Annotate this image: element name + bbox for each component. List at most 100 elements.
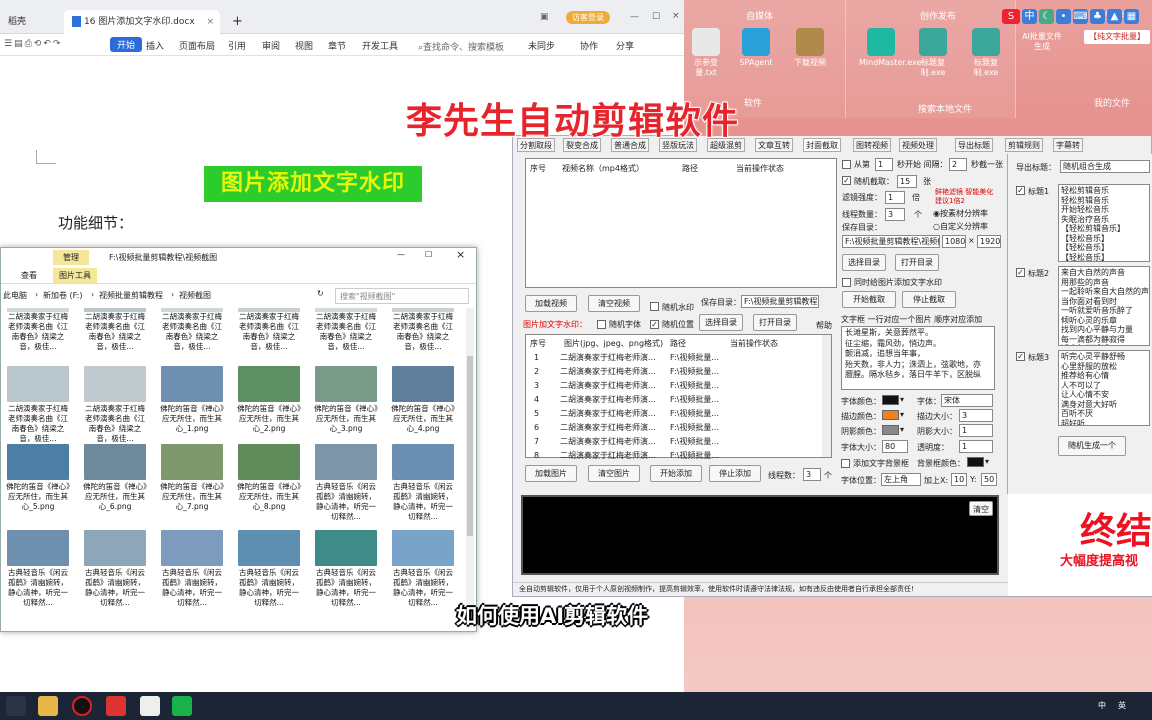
collab-button[interactable]: 协作 (580, 39, 598, 52)
ribbon-view[interactable]: 视图 (295, 39, 313, 52)
title-list-item[interactable]: 【轻松剪辑音乐】 (1061, 224, 1147, 234)
app-tab-7[interactable]: 图转视频 (853, 138, 891, 152)
interval-input[interactable]: 2 (949, 158, 967, 171)
random-cut-checkbox[interactable]: ✓ (842, 176, 851, 185)
dropdown-icon[interactable]: ▾ (900, 395, 904, 404)
stop-add-button[interactable]: 停止添加 (709, 465, 761, 482)
clear-image-button[interactable]: 清空图片 (588, 465, 640, 482)
wechat-icon[interactable] (172, 696, 192, 716)
table-row[interactable]: 2 二胡演奏家于红梅老师演... F:\视频批量... (530, 365, 820, 379)
threads-input[interactable]: 3 (803, 468, 821, 481)
file-thumbnail[interactable]: 二胡演奏家于红梅老师演奏名曲《江南春色》绕梁之音，极佳... (159, 308, 225, 352)
desktop-icon-ai-batch[interactable]: AI批量文件生成 (1020, 32, 1064, 52)
tray-ime[interactable]: 英 (1118, 700, 1126, 711)
file-thumbnail[interactable]: 古典轻音乐《闲云孤鹤》清幽婉转，静心清神，听完一切释然... (159, 530, 225, 608)
desktop-icon-txt[interactable]: 示参变量.txt (684, 28, 728, 78)
sync-status[interactable]: 未同步 (528, 39, 555, 52)
close-window-icon[interactable]: × (672, 11, 680, 21)
shirt-icon[interactable]: ▲ (1107, 8, 1122, 24)
sogou-icon[interactable]: S (1002, 8, 1020, 24)
random-font-checkbox[interactable] (597, 320, 606, 329)
start-add-button[interactable]: 开始添加 (650, 465, 702, 482)
font-color-swatch[interactable] (882, 395, 899, 405)
desktop-icon-spagent[interactable]: SPAgent (734, 28, 778, 68)
random-pos-checkbox[interactable]: ✓ (650, 320, 659, 329)
file-thumbnail[interactable]: 二胡演奏家于红梅老师演奏名曲《江南春色》绕梁之音，极佳... (5, 308, 71, 352)
title-list-item[interactable]: 用那些的声音 (1061, 278, 1147, 288)
table-row[interactable]: 5 二胡演奏家于红梅老师演... F:\视频批量... (530, 407, 820, 421)
shadow-color-swatch[interactable] (882, 425, 899, 435)
tab-daoke[interactable]: 稻壳 (0, 10, 34, 34)
table-row[interactable]: 1 二胡演奏家于红梅老师演... F:\视频批量... (530, 351, 820, 365)
file-thumbnail[interactable]: 佛陀的笛音《禅心》应无所住，而生其心_1.png (159, 366, 225, 434)
bg-box-checkbox[interactable] (841, 459, 850, 468)
font-size-input[interactable]: 80 (882, 440, 908, 453)
title-list-item[interactable]: 一听就爱听音乐醉了 (1061, 306, 1147, 316)
file-thumbnail[interactable]: 古典轻音乐《闲云孤鹤》清幽婉转，静心清神，听完一切释然... (390, 530, 456, 608)
table-row[interactable]: 4 二胡演奏家于红梅老师演... F:\视频批量... (530, 393, 820, 407)
ribbon-insert[interactable]: 插入 (146, 39, 164, 52)
file-thumbnail[interactable]: 古典轻音乐《闲云孤鹤》清幽婉转，静心清神，听完一切释然... (390, 444, 456, 522)
file-thumbnail[interactable]: 二胡演奏家于红梅老师演奏名曲《江南春色》绕梁之音，极佳... (236, 308, 302, 352)
help-button[interactable]: 帮助 (816, 320, 832, 331)
file-thumbnail[interactable]: 二胡演奏家于红梅老师演奏名曲《江南春色》绕梁之音，极佳... (5, 366, 71, 444)
opacity-select[interactable]: 1 (959, 440, 993, 453)
file-thumbnail[interactable]: 古典轻音乐《闲云孤鹤》清幽婉转，静心清神，听完一切释然... (236, 530, 302, 608)
ribbon-dev[interactable]: 开发工具 (362, 39, 398, 52)
desktop-note[interactable]: 【纯文字批量】 (1084, 30, 1150, 44)
table-row[interactable]: 8 二胡演奏家于红梅老师演... F:\视频批量... (530, 449, 820, 463)
file-thumbnail[interactable]: 古典轻音乐《闲云孤鹤》清幽婉转，静心清神，听完一切释然... (82, 530, 148, 608)
dropdown-icon[interactable]: ▾ (900, 410, 904, 419)
file-explorer-icon[interactable] (38, 696, 58, 716)
log-output[interactable]: 清空 (521, 495, 999, 575)
shadow-size-select[interactable]: 1 (959, 424, 993, 437)
breadcrumb-pc[interactable]: 此电脑 (3, 290, 27, 301)
file-thumbnail[interactable]: 古典轻音乐《闲云孤鹤》清幽婉转，静心清神，听完一切释然... (313, 444, 379, 522)
title-list-item[interactable]: 【轻松音乐】 (1061, 243, 1147, 253)
ribbon-chapter[interactable]: 章节 (328, 39, 346, 52)
command-search[interactable]: ⌕查找命令、搜索模板 (418, 40, 504, 53)
filter-input[interactable]: 1 (885, 191, 905, 204)
title-list-item[interactable]: 来自大自然的声音 (1061, 268, 1147, 278)
app-tab-6[interactable]: 封面截取 (803, 138, 841, 152)
refresh-icon[interactable]: ↻ (317, 289, 324, 298)
title-list-item[interactable]: 倾听心灵的乐章 (1061, 316, 1147, 326)
ribbon-layout[interactable]: 页面布局 (179, 39, 215, 52)
table-row[interactable]: 3 二胡演奏家于红梅老师演... F:\视频批量... (530, 379, 820, 393)
from-input[interactable]: 1 (875, 158, 893, 171)
dropdown-icon[interactable]: ▾ (900, 425, 904, 434)
ribbon-start[interactable]: 开始 (110, 37, 143, 52)
floating-toolbar[interactable]: S 中 ☾ • ⌨ ♣ ▲ ▦ (1002, 8, 1139, 24)
ribbon-reference[interactable]: 引用 (228, 39, 246, 52)
file-thumbnail[interactable]: 佛陀的笛音《禅心》应无所住，而生其心_5.png (5, 444, 71, 512)
moon-icon[interactable]: ☾ (1039, 8, 1054, 24)
title3-list[interactable]: 听完心灵平静舒畅 心里舒服的放松 推荐给有心情 人不可以了 让人心情不安 满身对意大好听百… (1058, 350, 1150, 426)
random-cut-input[interactable]: 15 (897, 175, 917, 188)
desktop-icon-mindmaster[interactable]: MindMaster.exe (859, 28, 922, 68)
address-bar[interactable]: 此电脑 › 新加卷 (F:) › 视频批量剪辑教程 › 视频截图 ↻ 搜索"视频… (1, 286, 476, 306)
video-table[interactable]: 序号 视频名称（mp4格式） 路径 当前操作状态 (525, 158, 837, 288)
title-list-item[interactable]: 听完心灵平静舒畅 (1061, 352, 1147, 362)
ribbon-review[interactable]: 审阅 (262, 39, 280, 52)
title-list-item[interactable]: 一起聆听来自大自然的声音 (1061, 287, 1149, 297)
title-list-item[interactable]: 超好听 (1061, 419, 1147, 426)
app-tab-8[interactable]: 视频处理 (899, 138, 937, 152)
thread-input[interactable]: 3 (885, 208, 905, 221)
file-thumbnail[interactable]: 古典轻音乐《闲云孤鹤》清幽婉转，静心清神，听完一切释然... (5, 530, 71, 608)
title1-list[interactable]: 轻松剪辑音乐 轻松剪辑音乐 开始轻松音乐 失眠治疗音乐 【轻松剪辑音乐】 【轻松音乐】 【轻… (1058, 184, 1150, 262)
file-thumbnail[interactable]: 古典轻音乐《闲云孤鹤》清幽婉转，静心清神，听完一切释然... (313, 530, 379, 608)
wps-icon[interactable] (106, 696, 126, 716)
random-water-checkbox[interactable] (650, 302, 659, 311)
share-button[interactable]: 分享 (616, 39, 634, 52)
title-list-item[interactable]: 开始轻松音乐 (1061, 205, 1147, 215)
open-dir2-button[interactable]: 打开目录 (753, 314, 797, 331)
start-cut-button[interactable]: 开始截取 (842, 291, 896, 308)
open-dir-button[interactable]: 打开目录 (895, 254, 939, 271)
stroke-color-swatch[interactable] (882, 410, 899, 420)
x-input[interactable]: 10 (951, 473, 967, 486)
title3-checkbox[interactable]: ✓ (1016, 352, 1025, 361)
title-list-item[interactable]: 适合每天听听 (1061, 344, 1147, 345)
file-thumbnail[interactable]: 二胡演奏家于红梅老师演奏名曲《江南春色》绕梁之音，极佳... (313, 308, 379, 352)
file-thumbnail[interactable]: 二胡演奏家于红梅老师演奏名曲《江南春色》绕梁之音，极佳... (82, 308, 148, 352)
file-thumbnail[interactable]: 二胡演奏家于红梅老师演奏名曲《江南春色》绕梁之音，极佳... (82, 366, 148, 444)
